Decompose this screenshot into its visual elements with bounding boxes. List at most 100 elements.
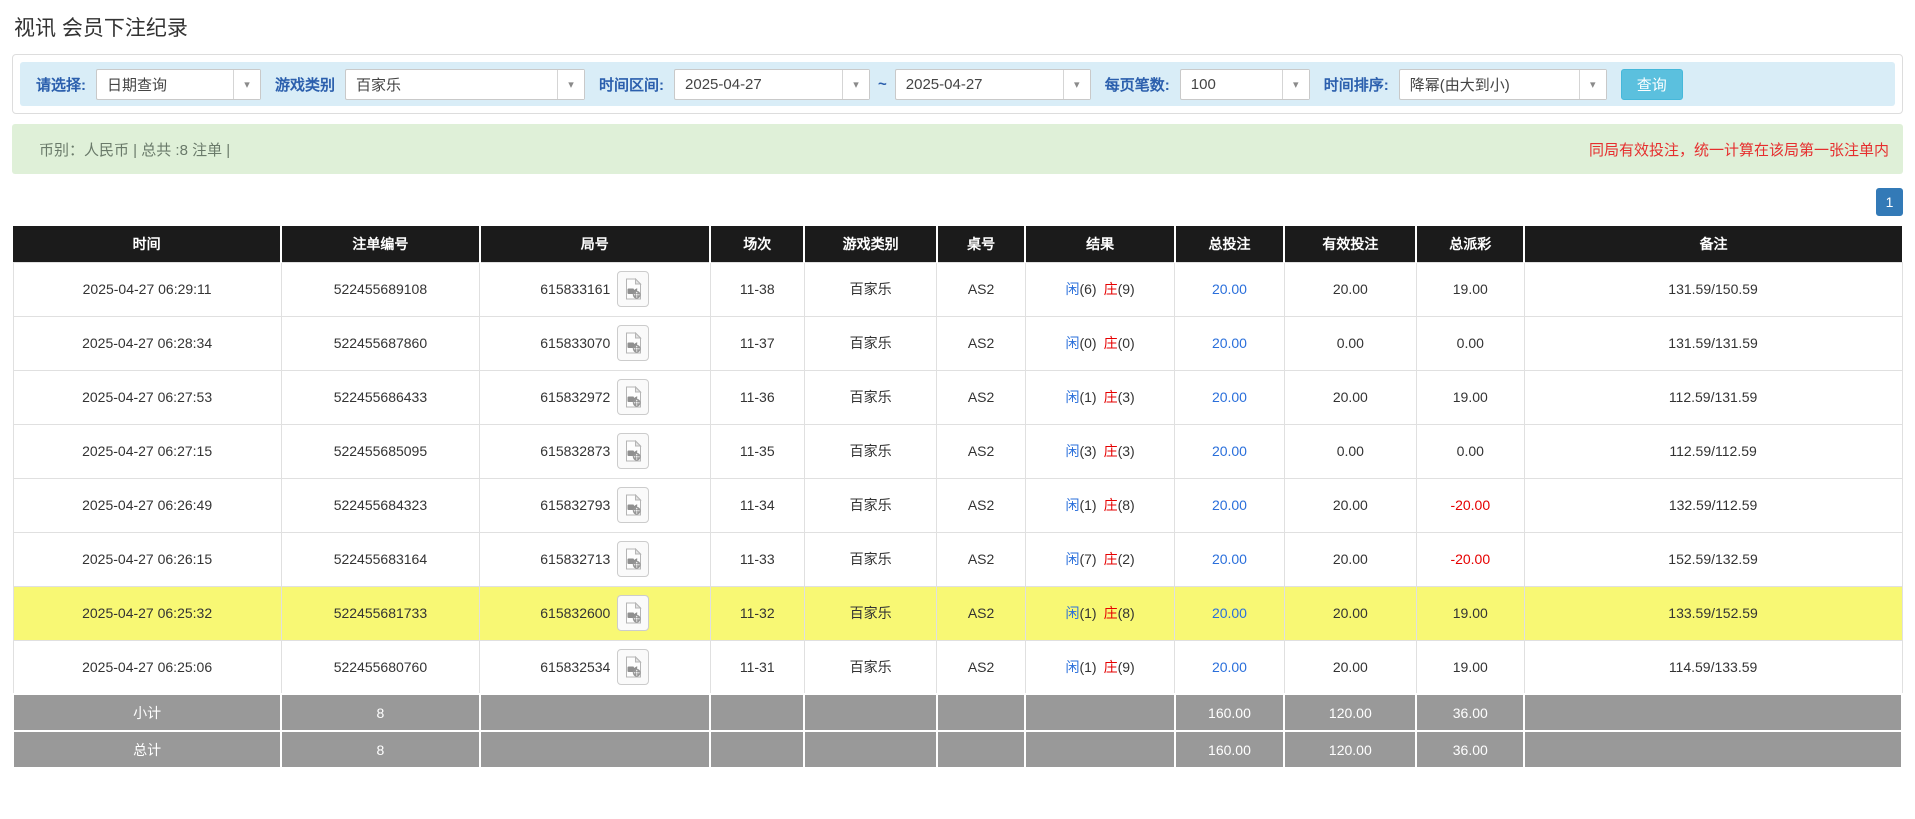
cell-total-bet: 20.00 [1174, 585, 1285, 641]
cell-table-no: AS2 [936, 585, 1026, 641]
cell-round-id: 615832972 [479, 369, 711, 425]
cell-game: 百家乐 [803, 423, 938, 479]
per-page-value: 100 [1190, 75, 1216, 93]
query-type-label: 请选择: [36, 76, 86, 94]
chevron-down-icon[interactable]: ▾ [1062, 69, 1090, 99]
header-remark: 备注 [1523, 226, 1902, 262]
total-bet-link[interactable]: 20.00 [1212, 605, 1247, 621]
video-file-icon [625, 548, 642, 570]
cell-result: 闲(7) 庄(2) [1024, 531, 1176, 587]
video-file-icon [625, 386, 642, 408]
player-count: (7) [1079, 551, 1097, 567]
player-result: 闲 [1065, 605, 1080, 621]
banker-result: 庄 [1103, 281, 1118, 297]
cell-total-bet: 20.00 [1174, 477, 1285, 533]
query-type-value: 日期查询 [107, 76, 168, 94]
cell-round-id: 615832873 [479, 423, 711, 479]
subtotal-valid-bet: 120.00 [1283, 693, 1418, 732]
cell-time: 2025-04-27 06:25:06 [12, 639, 282, 695]
video-replay-button[interactable] [617, 379, 650, 415]
banker-result: 庄 [1103, 551, 1118, 567]
banker-count: (8) [1117, 605, 1135, 621]
chevron-down-icon[interactable]: ▾ [842, 69, 870, 99]
video-file-icon [625, 278, 642, 300]
total-bet-link[interactable]: 20.00 [1212, 659, 1247, 675]
cell-game: 百家乐 [803, 369, 938, 425]
total-bet-link[interactable]: 20.00 [1212, 443, 1247, 459]
total-bet-link[interactable]: 20.00 [1212, 281, 1247, 297]
cell-valid-bet: 20.00 [1283, 639, 1417, 695]
total-row: 总计 8 160.00 120.00 36.00 [11, 730, 1903, 769]
cell-game: 百家乐 [803, 639, 938, 695]
header-table-no: 桌号 [935, 226, 1027, 262]
chevron-down-icon[interactable]: ▾ [1281, 69, 1309, 99]
cell-result: 闲(1) 庄(8) [1024, 585, 1176, 641]
cell-table-no: AS2 [936, 261, 1026, 317]
total-count: 8 [280, 730, 481, 769]
total-bet-link[interactable]: 20.00 [1212, 335, 1247, 351]
cell-total-bet: 20.00 [1174, 315, 1285, 371]
video-replay-button[interactable] [617, 595, 650, 631]
banker-count: (2) [1117, 551, 1135, 567]
header-payout: 总派彩 [1415, 226, 1526, 262]
cell-session: 11-34 [709, 477, 805, 533]
cell-valid-bet: 20.00 [1283, 531, 1417, 587]
game-type-select[interactable]: 百家乐 ▾ [345, 68, 586, 100]
chevron-down-icon[interactable]: ▾ [1578, 69, 1606, 99]
table-row: 2025-04-27 06:25:06 522455680760 6158325… [12, 639, 1903, 695]
header-result: 结果 [1024, 226, 1176, 262]
total-bet-link[interactable]: 20.00 [1212, 551, 1247, 567]
video-file-icon [625, 332, 642, 354]
table-row: 2025-04-27 06:28:34 522455687860 6158330… [12, 315, 1903, 371]
video-replay-button[interactable] [617, 433, 650, 469]
per-page-select[interactable]: 100 ▾ [1179, 68, 1310, 100]
table-row: 2025-04-27 06:25:32 522455681733 6158326… [12, 585, 1903, 641]
cell-payout: 19.00 [1415, 369, 1525, 425]
round-id-text: 615833161 [540, 281, 611, 297]
chevron-down-icon[interactable]: ▾ [233, 69, 260, 99]
header-total-bet: 总投注 [1173, 226, 1286, 262]
cell-table-no: AS2 [936, 531, 1026, 587]
time-sort-select[interactable]: 降幂(由大到小) ▾ [1398, 68, 1607, 100]
subtotal-total-bet: 160.00 [1173, 693, 1286, 732]
total-label: 总计 [11, 730, 283, 769]
query-type-select[interactable]: 日期查询 ▾ [96, 68, 261, 100]
total-bet-link[interactable]: 20.00 [1212, 497, 1247, 513]
video-replay-button[interactable] [617, 325, 650, 361]
table-row: 2025-04-27 06:29:11 522455689108 6158331… [12, 261, 1903, 317]
table-row: 2025-04-27 06:26:15 522455683164 6158327… [12, 531, 1903, 587]
video-replay-button[interactable] [617, 271, 650, 307]
table-footer: 小计 8 160.00 120.00 36.00 总计 8 160.00 120… [11, 693, 1903, 769]
cell-time: 2025-04-27 06:25:32 [12, 585, 282, 641]
cell-round-id: 615832793 [479, 477, 711, 533]
total-payout: 36.00 [1415, 730, 1526, 769]
cell-total-bet: 20.00 [1174, 531, 1285, 587]
cell-total-bet: 20.00 [1174, 369, 1285, 425]
banker-result: 庄 [1103, 658, 1118, 675]
cell-bet-id: 522455686433 [280, 369, 481, 425]
cell-result: 闲(0) 庄(0) [1024, 315, 1176, 371]
chevron-down-icon[interactable]: ▾ [557, 69, 585, 99]
filter-panel: 请选择: 日期查询 ▾ 游戏类别 百家乐 ▾ 时间区间: 2025-04-27 … [12, 54, 1903, 114]
cell-result: 闲(1) 庄(3) [1024, 369, 1176, 425]
total-bet-link[interactable]: 20.00 [1212, 389, 1247, 405]
page-1-button[interactable]: 1 [1876, 188, 1903, 216]
cell-round-id: 615832600 [479, 585, 711, 641]
table-row: 2025-04-27 06:27:15 522455685095 6158328… [12, 423, 1903, 479]
filter-bar: 请选择: 日期查询 ▾ 游戏类别 百家乐 ▾ 时间区间: 2025-04-27 … [20, 62, 1895, 106]
player-count: (1) [1079, 497, 1097, 513]
search-button[interactable]: 查询 [1620, 68, 1683, 100]
banker-result: 庄 [1103, 335, 1118, 351]
cell-valid-bet: 20.00 [1283, 369, 1417, 425]
video-replay-button[interactable] [617, 648, 650, 685]
cell-table-no: AS2 [936, 477, 1026, 533]
date-to-input[interactable]: 2025-04-27 ▾ [894, 68, 1091, 100]
banker-count: (3) [1117, 443, 1135, 459]
date-from-input[interactable]: 2025-04-27 ▾ [674, 68, 871, 100]
total-valid-bet: 120.00 [1283, 730, 1418, 769]
cell-game: 百家乐 [803, 477, 938, 533]
round-id-text: 615832534 [540, 658, 611, 675]
video-replay-button[interactable] [617, 541, 650, 577]
cell-game: 百家乐 [803, 585, 938, 641]
video-replay-button[interactable] [617, 487, 650, 523]
